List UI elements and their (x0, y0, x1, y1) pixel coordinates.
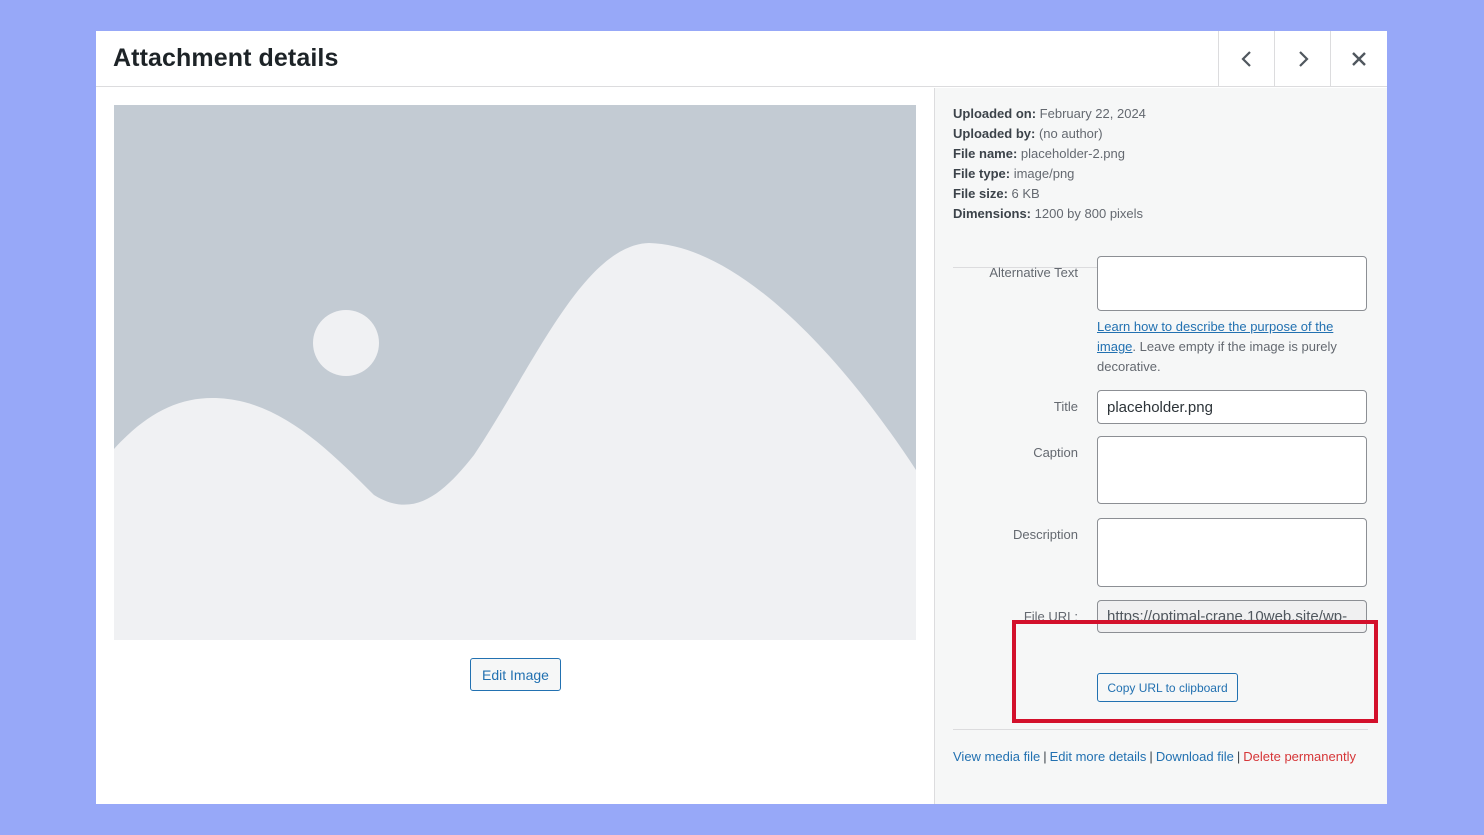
dimensions-row: Dimensions: 1200 by 800 pixels (953, 204, 1146, 224)
uploaded-by-value: (no author) (1038, 126, 1103, 141)
file-size-row: File size: 6 KB (953, 184, 1146, 204)
delete-permanently-link[interactable]: Delete permanently (1243, 749, 1356, 764)
file-name-label: File name: (953, 146, 1018, 161)
close-modal-button[interactable] (1330, 31, 1386, 87)
description-field[interactable] (1097, 518, 1367, 587)
actions-separator: | (1236, 749, 1241, 764)
file-size-label: File size: (953, 186, 1008, 201)
dimensions-label: Dimensions: (953, 206, 1032, 221)
file-type-label: File type: (953, 166, 1011, 181)
file-details: Uploaded on: February 22, 2024 Uploaded … (953, 104, 1146, 224)
alt-text-field[interactable] (1097, 256, 1367, 311)
file-url-highlight (1012, 620, 1378, 723)
uploaded-on-label: Uploaded on: (953, 106, 1037, 121)
chevron-right-icon (1298, 51, 1309, 67)
file-type-value: image/png (1013, 166, 1075, 181)
title-field[interactable] (1097, 390, 1367, 424)
attachment-actions: View media file | Edit more details | Downlo… (953, 749, 1356, 764)
uploaded-on-row: Uploaded on: February 22, 2024 (953, 104, 1146, 124)
image-preview (114, 105, 916, 640)
download-file-link[interactable]: Download file (1156, 749, 1234, 764)
file-type-row: File type: image/png (953, 164, 1146, 184)
description-label: Description (1012, 527, 1078, 542)
previous-attachment-button[interactable] (1218, 31, 1274, 87)
file-size-value: 6 KB (1011, 186, 1040, 201)
modal-title: Attachment details (113, 44, 339, 72)
modal-header: Attachment details (96, 31, 1387, 87)
caption-field[interactable] (1097, 436, 1367, 504)
next-attachment-button[interactable] (1274, 31, 1330, 87)
file-name-value: placeholder-2.png (1020, 146, 1125, 161)
edit-image-button[interactable]: Edit Image (470, 658, 561, 691)
file-name-row: File name: placeholder-2.png (953, 144, 1146, 164)
close-icon (1351, 52, 1366, 66)
media-preview-area: Edit Image (96, 88, 934, 804)
caption-label: Caption (1033, 445, 1078, 460)
dimensions-value: 1200 by 800 pixels (1034, 206, 1144, 221)
preview-sun (313, 310, 379, 376)
attachment-details-modal: Attachment details Edit Image Uploaded o… (96, 31, 1387, 804)
attachment-info-sidebar: Uploaded on: February 22, 2024 Uploaded … (934, 88, 1387, 804)
uploaded-by-row: Uploaded by: (no author) (953, 124, 1146, 144)
uploaded-by-label: Uploaded by: (953, 126, 1036, 141)
actions-separator: | (1149, 749, 1153, 764)
edit-more-details-link[interactable]: Edit more details (1050, 749, 1147, 764)
alt-text-help: Learn how to describe the purpose of the… (1097, 317, 1367, 377)
uploaded-on-value: February 22, 2024 (1039, 106, 1146, 121)
alt-text-help-text: . Leave empty if the image is purely dec… (1097, 339, 1337, 374)
title-label: Title (1053, 399, 1078, 414)
chevron-left-icon (1240, 51, 1251, 67)
alt-text-label: Alternative Text (989, 265, 1078, 280)
view-media-file-link[interactable]: View media file (953, 749, 1040, 764)
actions-divider (953, 729, 1368, 730)
actions-separator: | (1043, 749, 1047, 764)
